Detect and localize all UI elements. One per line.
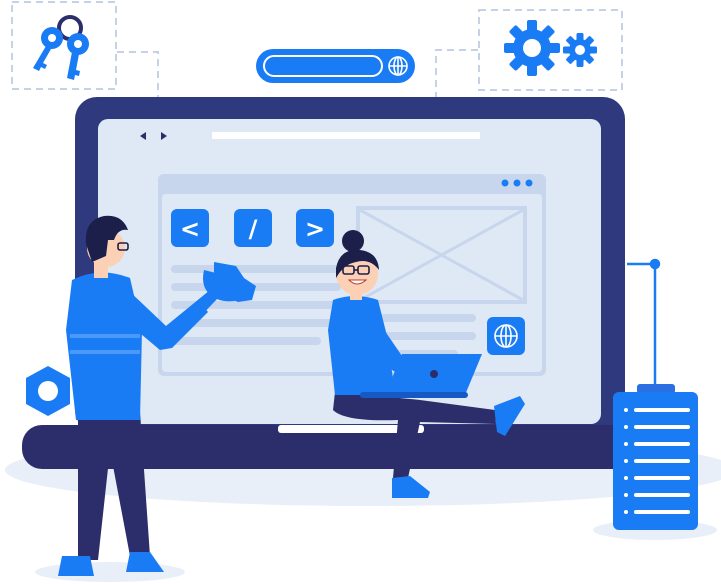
search-bar — [256, 49, 415, 83]
hex-nut-icon — [26, 366, 70, 416]
keys-icon — [33, 15, 89, 80]
search-bar-icon — [388, 56, 408, 76]
server-icon — [613, 384, 698, 530]
window-dot-3 — [525, 179, 533, 187]
image-placeholder-icon — [356, 206, 527, 304]
man-shoe-left — [58, 556, 94, 576]
svg-text:<: < — [180, 215, 200, 243]
keys-box — [11, 1, 117, 90]
code-open-tag-button[interactable]: < — [171, 209, 209, 247]
man-shoe-right — [126, 552, 164, 572]
gears-icon — [504, 20, 597, 76]
code-slash-button[interactable]: / — [234, 209, 272, 247]
woman-hair-bun — [342, 230, 364, 252]
globe-button[interactable] — [487, 317, 525, 355]
code-close-tag-button[interactable]: > — [296, 209, 334, 247]
maintenance-illustration: < / > — [5, 1, 721, 582]
gears-box — [478, 9, 623, 91]
server-cable — [627, 258, 661, 390]
window-dot-1 — [501, 179, 509, 187]
svg-text:>: > — [305, 215, 325, 243]
globe-icon — [494, 324, 518, 348]
address-bar — [212, 132, 480, 139]
window-dot-2 — [513, 179, 521, 187]
svg-text:/: / — [249, 215, 258, 243]
